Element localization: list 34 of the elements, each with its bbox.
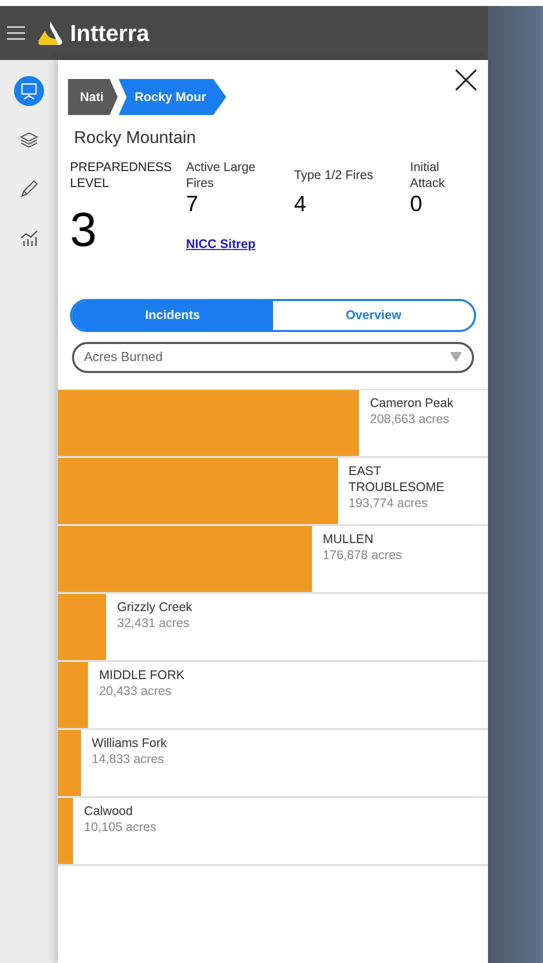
incident-name: Cameron Peak [370,394,454,410]
app-title: Intterra [70,18,150,48]
acres-value: 176,878 acres [322,546,403,562]
stat-label: Initial Attack [410,158,446,190]
dropdown-arrow-icon [450,352,462,362]
acres-value: 20,433 acres [99,682,172,698]
incident-name: MIDDLE FORK [99,666,186,682]
acres-value: 193,774 acres [348,494,429,510]
acres-value: 208,663 acres [370,410,450,426]
logo-icon [36,19,64,47]
incident-name: Grizzly Creek [117,598,194,614]
breadcrumb[interactable]: Nati [68,79,118,115]
region-title: Rocky Mountain [74,127,197,149]
sitrep-link[interactable]: NICC Sitrep [186,234,256,254]
acres-value: 14,833 acres [92,750,166,766]
stat-value: 7 [186,190,200,216]
tab[interactable]: Incidents [72,300,273,330]
preparedness-label: PREPAREDNESS LEVEL [70,158,173,190]
stat-value: 4 [294,190,308,216]
incident-name: Williams Fork [92,734,168,750]
stat-value: 0 [410,190,424,216]
incident-name: MULLEN [322,530,374,546]
preparedness-value: 3 [70,206,98,254]
acres-value: 32,431 acres [117,614,190,630]
breadcrumb[interactable]: Rocky Mour [118,79,226,115]
incident-name: Calwood [84,802,134,818]
close-icon[interactable] [454,68,478,92]
sort-select[interactable]: Acres Burned [72,342,474,372]
menu-icon[interactable] [6,25,26,41]
incident-name: EAST TROUBLESOME [348,462,446,494]
stat-label: Type 1/2 Fires [294,166,374,184]
presentation-icon[interactable] [14,76,44,106]
stat-label: Active Large Fires [186,158,256,190]
acres-value: 10,105 acres [84,818,158,834]
